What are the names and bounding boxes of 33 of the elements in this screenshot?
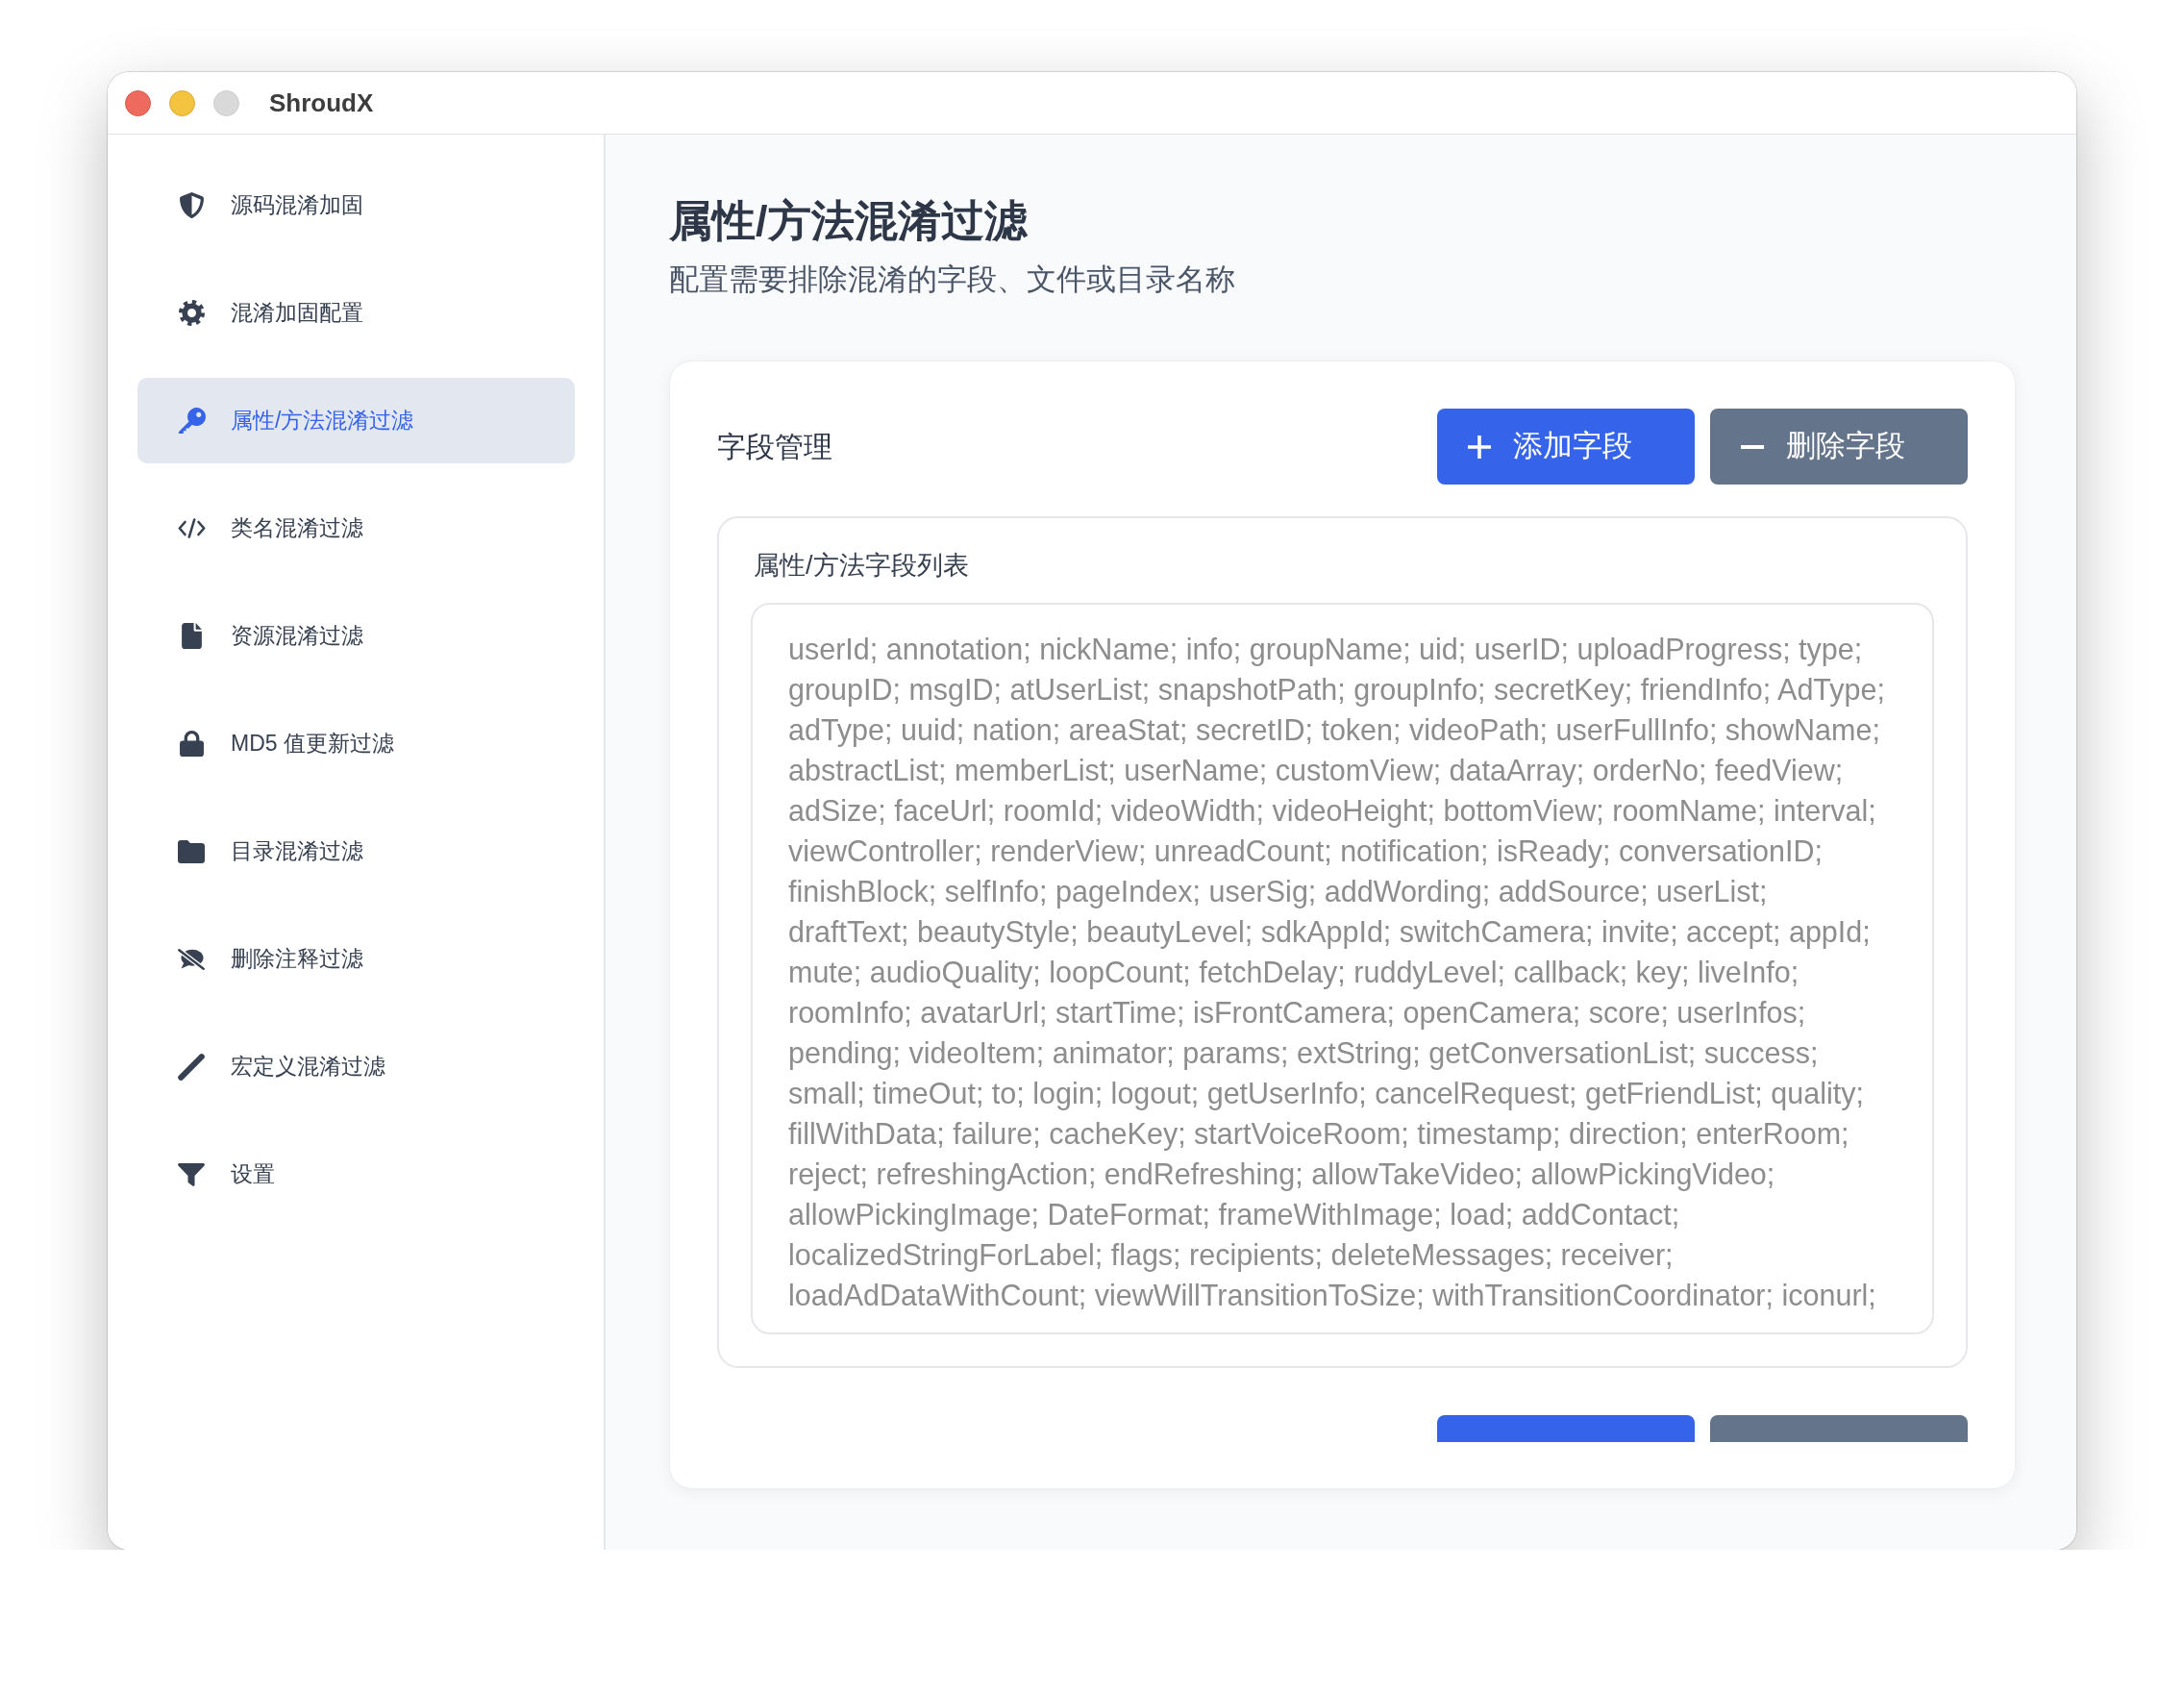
sidebar-item[interactable]: 删除注释过滤 bbox=[137, 916, 575, 1002]
field-list-label: 属性/方法字段列表 bbox=[754, 550, 970, 582]
sidebar-item[interactable]: 属性/方法混淆过滤 bbox=[137, 378, 575, 463]
code-icon bbox=[177, 518, 206, 538]
gear-icon bbox=[178, 300, 205, 326]
funnel-icon bbox=[178, 1162, 205, 1186]
pen-icon bbox=[178, 1053, 205, 1081]
plus-icon bbox=[1468, 435, 1491, 459]
window-title: ShroudX bbox=[269, 87, 374, 119]
page-title: 属性/方法混淆过滤 bbox=[669, 195, 1029, 246]
folder-icon bbox=[178, 839, 205, 863]
sidebar-item[interactable]: 资源混淆过滤 bbox=[137, 593, 575, 679]
cut-off-button[interactable] bbox=[1437, 1415, 1695, 1442]
file-icon bbox=[181, 623, 202, 649]
sidebar-item[interactable]: MD5 值更新过滤 bbox=[137, 701, 575, 786]
card-title: 字段管理 bbox=[717, 429, 832, 464]
key-icon bbox=[177, 408, 206, 434]
lock-icon bbox=[179, 731, 204, 757]
sidebar-item[interactable]: 宏定义混淆过滤 bbox=[137, 1024, 575, 1109]
sidebar-item[interactable]: 设置 bbox=[137, 1132, 575, 1217]
cut-off-button[interactable] bbox=[1710, 1415, 1968, 1442]
speech-bubble-slash-icon bbox=[178, 948, 205, 970]
close-button[interactable] bbox=[125, 89, 151, 116]
delete-field-button[interactable]: 删除字段 bbox=[1710, 409, 1968, 485]
minus-icon bbox=[1741, 444, 1764, 449]
sidebar-item[interactable]: 目录混淆过滤 bbox=[137, 809, 575, 894]
shield-icon bbox=[179, 192, 204, 218]
sidebar-item[interactable]: 类名混淆过滤 bbox=[137, 485, 575, 571]
sidebar-item[interactable]: 源码混淆加固 bbox=[137, 162, 575, 248]
minimize-button[interactable] bbox=[169, 89, 195, 116]
add-field-button[interactable]: 添加字段 bbox=[1437, 409, 1695, 485]
page-subtitle: 配置需要排除混淆的字段、文件或目录名称 bbox=[669, 261, 1236, 298]
sidebar-item[interactable]: 混淆加固配置 bbox=[137, 270, 575, 356]
